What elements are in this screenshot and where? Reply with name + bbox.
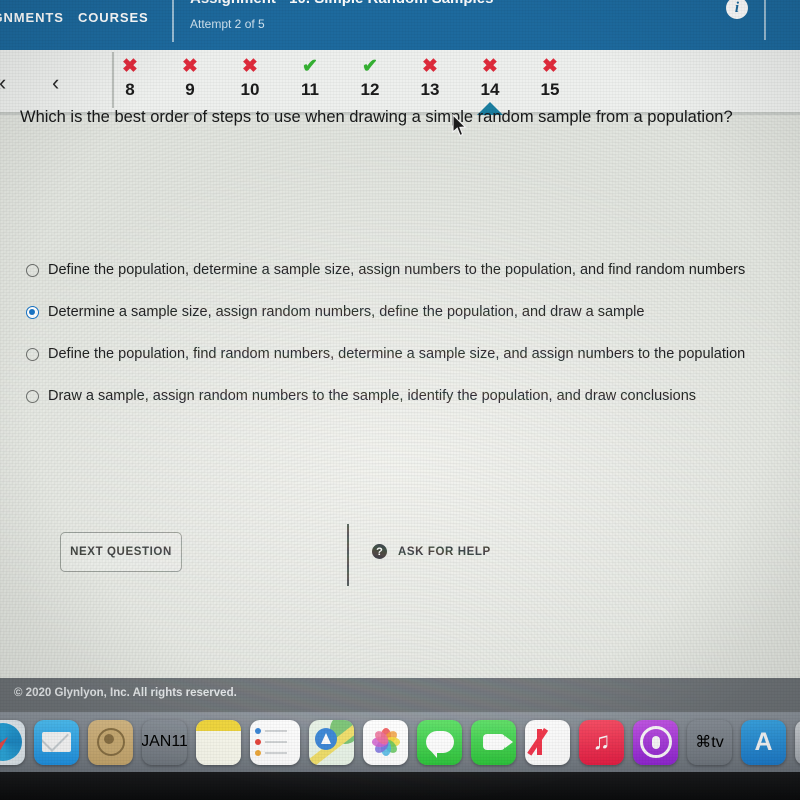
question-number-label: 11	[301, 80, 319, 99]
question-nav-item-12[interactable]: ✔ 12	[348, 56, 392, 100]
incorrect-x-icon: ✖	[422, 56, 438, 77]
ask-for-help-button[interactable]: ? ASK FOR HELP	[372, 544, 491, 559]
incorrect-x-icon: ✖	[242, 56, 258, 77]
app-store-a-glyph: A	[754, 727, 773, 756]
radio-button-1[interactable]	[26, 264, 39, 277]
news-n-glyph	[535, 729, 561, 755]
nav-item-assignments[interactable]: IGNMENTS	[0, 10, 64, 25]
dock-icon-messages[interactable]	[417, 719, 462, 765]
dock-icon-appletv[interactable]: ⌘tv	[687, 720, 732, 765]
dock-icon-maps[interactable]	[309, 719, 354, 765]
question-nav-item-15[interactable]: ✖ 15	[528, 56, 572, 100]
question-prompt: Which is the best order of steps to use …	[20, 108, 733, 126]
radio-button-3[interactable]	[26, 348, 39, 361]
safari-dial	[0, 723, 22, 761]
dock-icon-reminders[interactable]	[250, 719, 300, 765]
assignment-title: Assignment - 10. Simple Random Samples	[190, 0, 493, 7]
nav-item-courses[interactable]: COURSES	[78, 10, 149, 25]
photos-flower	[370, 726, 402, 758]
question-nav-item-10[interactable]: ✖ 10	[228, 56, 272, 100]
chat-bubble	[425, 731, 454, 758]
answer-option-label: Define the population, determine a sampl…	[48, 262, 746, 278]
correct-check-icon: ✔	[302, 56, 318, 77]
dock-icon-calendar[interactable]: JAN 11	[142, 720, 187, 765]
dock-icon-appstore[interactable]: A	[741, 719, 786, 765]
radio-button-4[interactable]	[26, 390, 39, 403]
dock-icon-facetime[interactable]	[471, 719, 516, 765]
next-question-button[interactable]: NEXT QUESTION	[60, 532, 182, 572]
screen-photo: IGNMENTS COURSES Assignment - 10. Simple…	[0, 0, 800, 800]
previous-question-button[interactable]: ‹	[52, 72, 59, 94]
incorrect-x-icon: ✖	[542, 56, 558, 77]
music-note-glyph: ♫	[592, 728, 611, 755]
question-number-label: 14	[480, 80, 500, 99]
question-number-label: 9	[185, 80, 195, 99]
person-silhouette	[96, 728, 125, 756]
macos-dock: JAN 11 ♫ ⌘tv A	[0, 712, 800, 772]
nav-divider	[172, 0, 174, 42]
ask-for-help-label: ASK FOR HELP	[398, 545, 491, 558]
calendar-day: 11	[171, 733, 187, 750]
dock-icon-mail[interactable]	[34, 719, 79, 765]
dock-icon-podcasts[interactable]	[633, 719, 678, 765]
incorrect-x-icon: ✖	[122, 56, 138, 77]
answer-option-label: Draw a sample, assign random numbers to …	[48, 388, 697, 404]
first-question-button[interactable]: «	[0, 72, 6, 94]
incorrect-x-icon: ✖	[182, 56, 198, 77]
question-nav-item-8[interactable]: ✖ 8	[108, 56, 152, 100]
answer-option-label: Define the population, find random numbe…	[48, 346, 746, 362]
correct-check-icon: ✔	[362, 56, 378, 77]
question-navigation-strip: « ‹ ✖8✖9✖10✔11✔12✖13✖14✖15	[0, 50, 800, 115]
nav-divider-right	[764, 0, 766, 40]
dock-icon-sysprefs[interactable]	[795, 719, 800, 765]
question-number-label: 10	[240, 80, 260, 99]
apple-tv-wordmark: ⌘tv	[695, 734, 724, 751]
dock-icon-photos[interactable]	[363, 719, 408, 765]
dock-icon-safari[interactable]	[0, 719, 25, 765]
video-camera-shape	[482, 734, 513, 750]
dock-icon-music[interactable]: ♫	[579, 719, 624, 765]
question-nav-item-11[interactable]: ✔ 11	[288, 56, 332, 100]
answer-option-3[interactable]: Define the population, find random numbe…	[26, 346, 745, 363]
question-nav-item-9[interactable]: ✖ 9	[168, 56, 212, 100]
podcast-waves	[639, 726, 672, 758]
copyright-text: © 2020 Glynlyon, Inc. All rights reserve…	[14, 687, 237, 699]
info-icon[interactable]: i	[726, 0, 748, 19]
question-number-label: 15	[540, 80, 560, 99]
dock-icon-notes[interactable]	[196, 719, 241, 765]
top-navigation-bar: IGNMENTS COURSES Assignment - 10. Simple…	[0, 0, 800, 50]
envelope-shape	[42, 732, 71, 752]
incorrect-x-icon: ✖	[482, 56, 498, 77]
laptop-bezel	[0, 772, 800, 800]
question-nav-item-13[interactable]: ✖ 13	[408, 56, 452, 100]
answer-option-4[interactable]: Draw a sample, assign random numbers to …	[26, 388, 696, 405]
question-number-label: 12	[360, 80, 380, 99]
dock-icon-news[interactable]	[525, 719, 570, 765]
help-question-mark-icon: ?	[372, 544, 387, 559]
action-divider	[347, 524, 349, 586]
question-number-label: 13	[420, 80, 440, 99]
dock-icon-contacts[interactable]	[88, 719, 133, 765]
question-number-label: 8	[125, 80, 135, 99]
answer-option-1[interactable]: Define the population, determine a sampl…	[26, 262, 745, 279]
answer-option-2[interactable]: Determine a sample size, assign random n…	[26, 304, 644, 321]
calendar-month: JAN	[142, 733, 172, 750]
page-footer: © 2020 Glynlyon, Inc. All rights reserve…	[0, 678, 800, 712]
answer-option-label: Determine a sample size, assign random n…	[48, 304, 645, 320]
attempt-counter: Attempt 2 of 5	[190, 17, 265, 31]
question-nav-item-14[interactable]: ✖ 14	[468, 56, 512, 100]
radio-button-2[interactable]	[26, 306, 39, 319]
